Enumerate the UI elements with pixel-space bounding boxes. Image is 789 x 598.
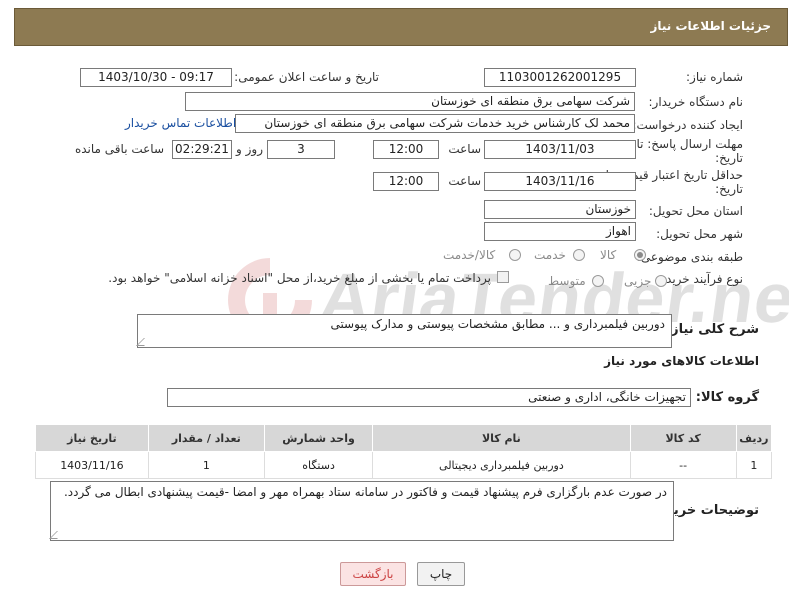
province-field: خوزستان: [484, 200, 636, 219]
requester-label: ایجاد کننده درخواست:: [632, 118, 743, 132]
col-date: تاریخ نیاز: [35, 424, 149, 452]
buyer-contact-link[interactable]: اطلاعات تماس خریدار: [125, 116, 236, 130]
items-table: ردیف کد کالا نام کالا واحد شمارش تعداد /…: [35, 424, 773, 479]
resize-grip-icon[interactable]: [136, 338, 152, 346]
buyer-org-label: نام دستگاه خریدار:: [648, 95, 744, 109]
category-label: طبقه بندی موضوعی:: [636, 250, 743, 264]
col-row: ردیف: [735, 424, 773, 452]
need-number-label: شماره نیاز:: [686, 70, 743, 84]
category-option-goods: کالا: [600, 248, 617, 262]
days-label: روز و: [236, 142, 263, 156]
goods-section-title: اطلاعات کالاهای مورد نیاز: [604, 354, 759, 368]
reply-time-label: ساعت: [448, 142, 481, 156]
col-unit: واحد شمارش: [263, 424, 374, 452]
back-button[interactable]: بازگشت: [340, 562, 406, 586]
process-label: نوع فرآیند خرید :: [658, 272, 743, 286]
requester-field: محمد لک کارشناس خرید خدمات شرکت سهامی بر…: [235, 114, 635, 133]
city-label: شهر محل تحویل:: [656, 227, 743, 241]
page-header: جزئیات اطلاعات نیاز: [14, 8, 788, 46]
city-field: اهواز: [484, 222, 636, 241]
time-remaining-label: ساعت باقی مانده: [74, 142, 164, 156]
goods-group-label: گروه کالا:: [695, 390, 759, 405]
category-option-goods-service: کالا/خدمت: [443, 248, 496, 262]
reply-deadline-label: مهلت ارسال پاسخ: تا: [636, 137, 743, 151]
need-number-field: 1103001262001295: [484, 68, 636, 87]
process-radio-minor[interactable]: [655, 275, 667, 287]
summary-field: دوربین فیلمبرداری و ... مطابق مشخصات پیو…: [136, 314, 672, 348]
process-option-medium: متوسط: [548, 274, 586, 288]
announce-label: تاریخ و ساعت اعلان عمومی:: [234, 70, 379, 84]
price-validity-label-date: تاریخ:: [715, 182, 743, 196]
summary-label: شرح کلی نیاز:: [665, 322, 759, 337]
days-remaining-field: 3: [267, 140, 335, 159]
category-radio-goods-service[interactable]: [509, 249, 521, 261]
category-option-service: خدمت: [534, 248, 566, 262]
col-name: نام کالا: [372, 424, 631, 452]
category-radio-service[interactable]: [573, 249, 585, 261]
cell-qty: 1: [147, 451, 265, 479]
treasury-payment-note: پرداخت تمام یا بخشی از مبلغ خرید،از محل …: [108, 271, 491, 285]
process-radio-medium[interactable]: [592, 275, 604, 287]
price-time-field: 12:00: [373, 172, 439, 191]
reply-deadline-label-date: تاریخ:: [715, 151, 743, 165]
resize-grip-icon[interactable]: [49, 531, 65, 539]
price-date-field: 1403/11/16: [484, 172, 636, 191]
reply-time-field: 12:00: [373, 140, 439, 159]
cell-date: 1403/11/16: [35, 451, 149, 479]
province-label: استان محل تحویل:: [648, 204, 743, 218]
announce-date-field: 1403/10/30 - 09:17: [80, 68, 232, 87]
col-qty: تعداد / مقدار: [147, 424, 265, 452]
print-button[interactable]: چاپ: [417, 562, 465, 586]
cell-name: دوربین فیلمبرداری دیجیتالی: [372, 451, 631, 479]
table-header-row: ردیف کد کالا نام کالا واحد شمارش تعداد /…: [35, 424, 773, 452]
table-row: 1 -- دوربین فیلمبرداری دیجیتالی دستگاه 1…: [35, 451, 773, 479]
buyer-notes-field: در صورت عدم بارگزاری فرم پیشنهاد قیمت و …: [49, 481, 674, 541]
price-time-label: ساعت: [448, 174, 481, 188]
buyer-notes-text: در صورت عدم بارگزاری فرم پیشنهاد قیمت و …: [63, 485, 667, 499]
col-code: کد کالا: [629, 424, 737, 452]
buyer-org-field: شرکت سهامی برق منطقه ای خوزستان: [185, 92, 635, 111]
cell-row: 1: [735, 451, 773, 479]
goods-group-field: تجهیزات خانگی، اداری و صنعتی: [167, 388, 691, 407]
process-option-minor: جزیی: [624, 274, 652, 288]
treasury-payment-checkbox[interactable]: [497, 271, 509, 283]
reply-date-field: 1403/11/03: [484, 140, 636, 159]
summary-text: دوربین فیلمبرداری و ... مطابق مشخصات پیو…: [330, 317, 665, 331]
cell-code: --: [629, 451, 737, 479]
page-title: جزئیات اطلاعات نیاز: [650, 19, 771, 33]
cell-unit: دستگاه: [263, 451, 374, 479]
time-remaining-field: 02:29:21: [172, 140, 232, 159]
category-radio-goods[interactable]: [634, 249, 646, 261]
